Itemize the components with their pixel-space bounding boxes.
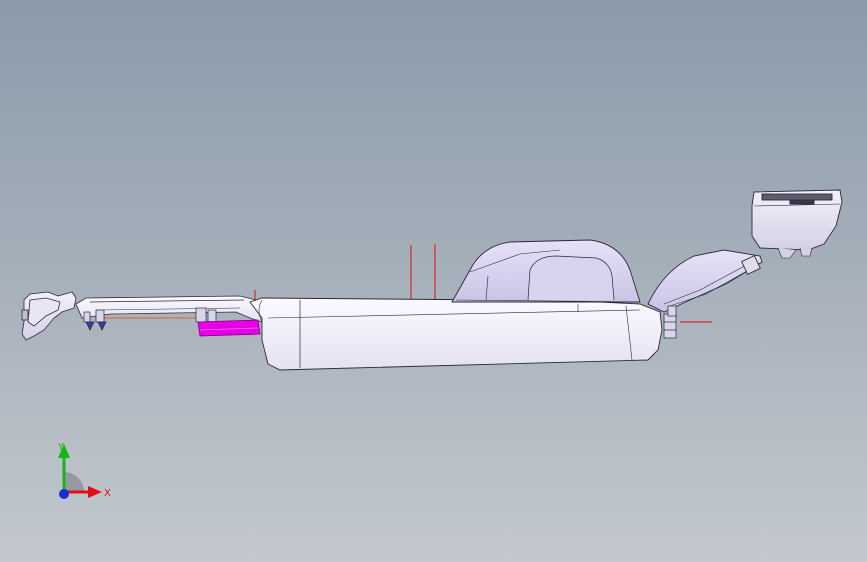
right-end-cap xyxy=(751,189,843,259)
graphics-viewport[interactable]: Y X xyxy=(0,0,867,562)
coordinate-triad: Y X xyxy=(57,442,111,499)
left-end-clip xyxy=(21,291,77,341)
x-axis-label: X xyxy=(104,488,111,499)
main-body xyxy=(249,297,663,371)
center-dome xyxy=(451,239,641,303)
right-arm xyxy=(647,249,763,313)
z-axis-dot xyxy=(59,489,69,499)
x-axis-arrowhead xyxy=(88,486,102,498)
3d-model-view[interactable] xyxy=(0,0,867,562)
highlighted-component[interactable] xyxy=(197,319,261,337)
y-axis-label: Y xyxy=(57,442,65,453)
